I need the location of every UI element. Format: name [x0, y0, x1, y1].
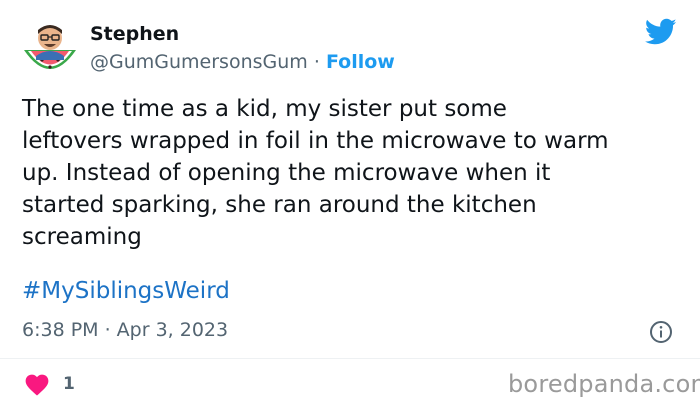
- tweet-text-line: screaming: [22, 224, 142, 250]
- tweet-card: Stephen @GumGumersonsGum · Follow The on…: [0, 0, 700, 410]
- heart-icon[interactable]: [24, 372, 50, 396]
- hashtag-link[interactable]: #MySiblingsWeird: [22, 278, 230, 304]
- tweet-text: The one time as a kid, my sister put som…: [22, 93, 682, 253]
- tweet-text-line: The one time as a kid, my sister put som…: [22, 96, 507, 122]
- watermark-logo: boredpanda.com: [508, 370, 700, 398]
- author-name[interactable]: Stephen: [90, 23, 179, 45]
- author-handle-line: @GumGumersonsGum · Follow: [90, 51, 395, 73]
- follow-button[interactable]: Follow: [326, 51, 395, 73]
- tweet-timestamp[interactable]: 6:38 PM · Apr 3, 2023: [22, 319, 228, 341]
- tweet-text-line: leftovers wrapped in foil in the microwa…: [22, 128, 609, 154]
- tweet-text-line: up. Instead of opening the microwave whe…: [22, 160, 551, 186]
- author-handle[interactable]: @GumGumersonsGum: [90, 51, 308, 73]
- twitter-bird-icon[interactable]: [644, 18, 677, 46]
- divider: [0, 358, 700, 359]
- like-count: 1: [63, 374, 75, 394]
- separator-dot: ·: [313, 51, 320, 73]
- tweet-text-line: started sparking, she ran around the kit…: [22, 192, 537, 218]
- avatar[interactable]: [22, 20, 78, 80]
- info-icon[interactable]: [649, 320, 673, 344]
